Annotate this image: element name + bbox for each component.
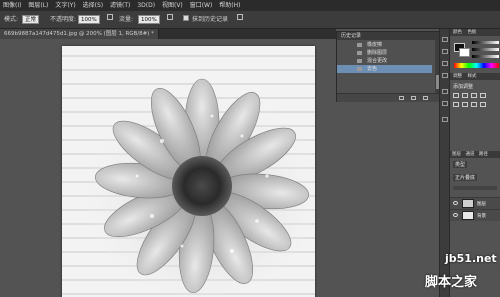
tab-styles[interactable]: 样式: [467, 74, 476, 79]
tab-adjustments[interactable]: 调整: [453, 74, 462, 79]
background-color-swatch[interactable]: [459, 48, 470, 57]
history-footer: [337, 93, 440, 102]
black-white-icon[interactable]: [480, 102, 486, 107]
pressure-size-icon[interactable]: [237, 14, 243, 20]
menu-bar: 图像(I) 图层(L) 文字(Y) 选择(S) 滤镜(T) 3D(D) 视图(V…: [0, 0, 500, 11]
layer-row[interactable]: 图层: [450, 197, 500, 209]
menu-window[interactable]: 窗口(W): [188, 0, 215, 11]
history-item-label: 橡皮擦: [367, 42, 383, 48]
layer-name: 图层: [477, 202, 486, 207]
layers-panel-tabs[interactable]: 图层 通道 路径: [450, 151, 500, 158]
layer-thumbnail: [462, 211, 474, 220]
tab-swatches[interactable]: 色板: [467, 30, 476, 35]
layer-filter-kind[interactable]: 类型: [453, 161, 468, 168]
history-item-label: 去色: [367, 66, 378, 72]
tab-color[interactable]: 颜色: [453, 30, 462, 35]
adjustments-panel-tabs[interactable]: 调整 样式: [450, 73, 500, 80]
color-balance-icon[interactable]: [471, 102, 477, 107]
menu-view[interactable]: 视图(V): [160, 0, 185, 11]
eye-icon[interactable]: [453, 213, 458, 217]
history-item-label: 混合更改: [367, 58, 388, 64]
color-slider-r[interactable]: [472, 41, 499, 44]
erase-history-label: 抹到历史记录: [192, 16, 229, 23]
panel-toggle-icon[interactable]: [442, 49, 448, 54]
document-tab[interactable]: 669b9887a147d475d1.jpg @ 200% (图层 1, RGB…: [0, 29, 159, 39]
color-ramp[interactable]: [454, 63, 499, 68]
watermark-site: jb51.net: [445, 252, 497, 265]
history-panel-tab[interactable]: 历史记录: [337, 32, 440, 40]
history-step-icon: [357, 67, 362, 71]
color-slider-b[interactable]: [472, 55, 499, 58]
tab-layers[interactable]: 图层: [452, 152, 461, 157]
lock-row: [453, 186, 497, 190]
opacity-label: 不透明度:: [50, 16, 77, 23]
menu-select[interactable]: 选择(S): [81, 0, 106, 11]
history-item-selected[interactable]: 去色: [337, 65, 432, 73]
brightness-icon[interactable]: [453, 93, 459, 98]
levels-icon[interactable]: [462, 93, 468, 98]
document-canvas[interactable]: [62, 46, 315, 297]
new-document-from-state-icon[interactable]: [399, 96, 404, 100]
menu-3d[interactable]: 3D(D): [135, 0, 157, 11]
menu-type[interactable]: 文字(Y): [53, 0, 77, 11]
tab-channels[interactable]: 通道: [465, 152, 474, 157]
menu-image[interactable]: 图像(I): [1, 0, 23, 11]
blend-mode-select[interactable]: 正片叠底: [453, 174, 478, 181]
eye-icon[interactable]: [453, 201, 458, 205]
flow-label: 流量:: [119, 16, 134, 23]
exposure-icon[interactable]: [480, 93, 486, 98]
flower-center: [172, 156, 232, 216]
history-item[interactable]: 混合更改: [337, 57, 432, 65]
hue-saturation-icon[interactable]: [462, 102, 468, 107]
tab-paths[interactable]: 路径: [479, 152, 488, 157]
panel-toggle-icon[interactable]: [442, 37, 448, 42]
panel-toggle-icon[interactable]: [442, 89, 448, 94]
panel-toggle-icon[interactable]: [442, 117, 448, 122]
document-tab-bar: 669b9887a147d475d1.jpg @ 200% (图层 1, RGB…: [0, 29, 336, 39]
curves-icon[interactable]: [471, 93, 477, 98]
trash-icon[interactable]: [423, 96, 428, 100]
history-tab-label[interactable]: 历史记录: [341, 33, 361, 39]
vibrance-icon[interactable]: [453, 102, 459, 107]
layer-name: 背景: [477, 214, 486, 219]
history-step-icon: [357, 43, 362, 47]
add-adjustment-label: 添加调整: [453, 84, 474, 90]
pressure-opacity-icon[interactable]: [107, 14, 113, 20]
panel-toggle-icon[interactable]: [442, 101, 448, 106]
menu-help[interactable]: 帮助(H): [217, 0, 242, 11]
layer-thumbnail: [462, 199, 474, 208]
flower-image: [62, 55, 315, 296]
watermark-brand: 脚本之家: [425, 275, 478, 290]
mode-label: 模式:: [4, 16, 19, 23]
color-slider-g[interactable]: [472, 48, 499, 51]
panel-toggle-icon[interactable]: [442, 61, 448, 66]
airbrush-icon[interactable]: [167, 14, 173, 20]
color-panel-tabs[interactable]: 颜色 色板: [450, 29, 500, 36]
camera-icon[interactable]: [411, 96, 416, 100]
history-item[interactable]: 橡皮擦: [337, 41, 432, 49]
history-item[interactable]: 删除图层: [337, 49, 432, 57]
history-step-icon: [357, 59, 362, 63]
panel-toggle-icon[interactable]: [442, 73, 448, 78]
opacity-field[interactable]: 100%: [78, 15, 100, 24]
menu-filter[interactable]: 滤镜(T): [108, 0, 132, 11]
history-panel: 历史记录 橡皮擦 删除图层 混合更改 去色: [336, 31, 441, 102]
flow-field[interactable]: 100%: [138, 15, 160, 24]
mode-select[interactable]: 正常: [22, 15, 40, 24]
history-step-icon: [357, 51, 362, 55]
history-item-label: 删除图层: [367, 50, 388, 56]
layer-row[interactable]: 背景: [450, 209, 500, 221]
erase-history-checkbox[interactable]: [183, 15, 189, 21]
menu-layer[interactable]: 图层(L): [26, 0, 50, 11]
options-bar: 模式: 正常 不透明度: 100% 流量: 100% 抹到历史记录: [0, 11, 500, 29]
